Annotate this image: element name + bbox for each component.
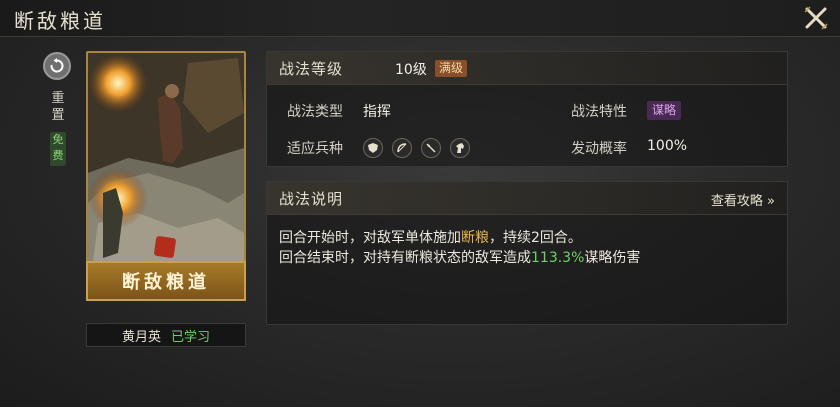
card-name-bar: 断敌粮道: [86, 261, 246, 301]
description-line-2: 回合结束时，对持有断粮状态的敌军造成113.3%谋略伤害: [279, 247, 640, 267]
max-level-badge: 满级: [435, 60, 468, 77]
owner-status: 已学习: [171, 329, 211, 345]
rate-label: 发动概率: [571, 141, 627, 157]
level-header: 战法等级 10级 满级: [267, 52, 787, 85]
close-icon: [804, 6, 828, 30]
spear-icon: [421, 138, 441, 158]
reset-label: 重置: [51, 91, 65, 123]
card-name: 断敌粮道: [122, 272, 210, 293]
troops-label: 适应兵种: [287, 141, 343, 157]
shield-icon: [363, 138, 383, 158]
type-label: 战法类型: [287, 104, 343, 120]
card-seal-icon: [153, 235, 177, 259]
damage-percent: 113.3%: [531, 250, 585, 266]
desc-text: ，持续2回合。: [489, 230, 582, 246]
skill-info-panel: 战法等级 10级 满级 战法类型 指挥 战法特性 谋略 适应兵种 发动概率 10…: [266, 51, 788, 167]
level-value: 10级: [395, 62, 427, 78]
desc-text: 谋略伤害: [584, 250, 641, 266]
status-highlight: 断粮: [461, 230, 489, 246]
description-title: 战法说明: [279, 190, 344, 208]
view-guide-link[interactable]: 查看攻略 »: [711, 190, 775, 209]
rate-value: 100%: [647, 138, 688, 154]
reset-icon: [50, 58, 64, 73]
window-title: 断敌粮道: [14, 9, 106, 33]
trait-badge: 谋略: [647, 101, 682, 120]
desc-text: 回合结束时，对持有断粮状态的敌军造成: [279, 250, 531, 266]
bow-icon: [392, 138, 412, 158]
trait-label: 战法特性: [571, 104, 627, 120]
type-value: 指挥: [363, 104, 391, 120]
description-line-1: 回合开始时，对敌军单体施加断粮，持续2回合。: [279, 227, 582, 247]
level-label: 战法等级: [279, 60, 344, 78]
close-button[interactable]: [802, 4, 830, 32]
free-badge: 免费: [50, 132, 66, 166]
owner-name: 黄月英: [121, 329, 161, 345]
title-bar: 断敌粮道: [0, 0, 840, 37]
horse-icon: [450, 138, 470, 158]
desc-text: 回合开始时，对敌军单体施加: [279, 230, 461, 246]
reset-button[interactable]: [43, 52, 71, 80]
description-header: 战法说明 查看攻略 »: [267, 182, 787, 215]
description-panel: 战法说明 查看攻略 » 回合开始时，对敌军单体施加断粮，持续2回合。 回合结束时…: [266, 181, 788, 325]
owner-bar: 黄月英 已学习: [86, 323, 246, 347]
